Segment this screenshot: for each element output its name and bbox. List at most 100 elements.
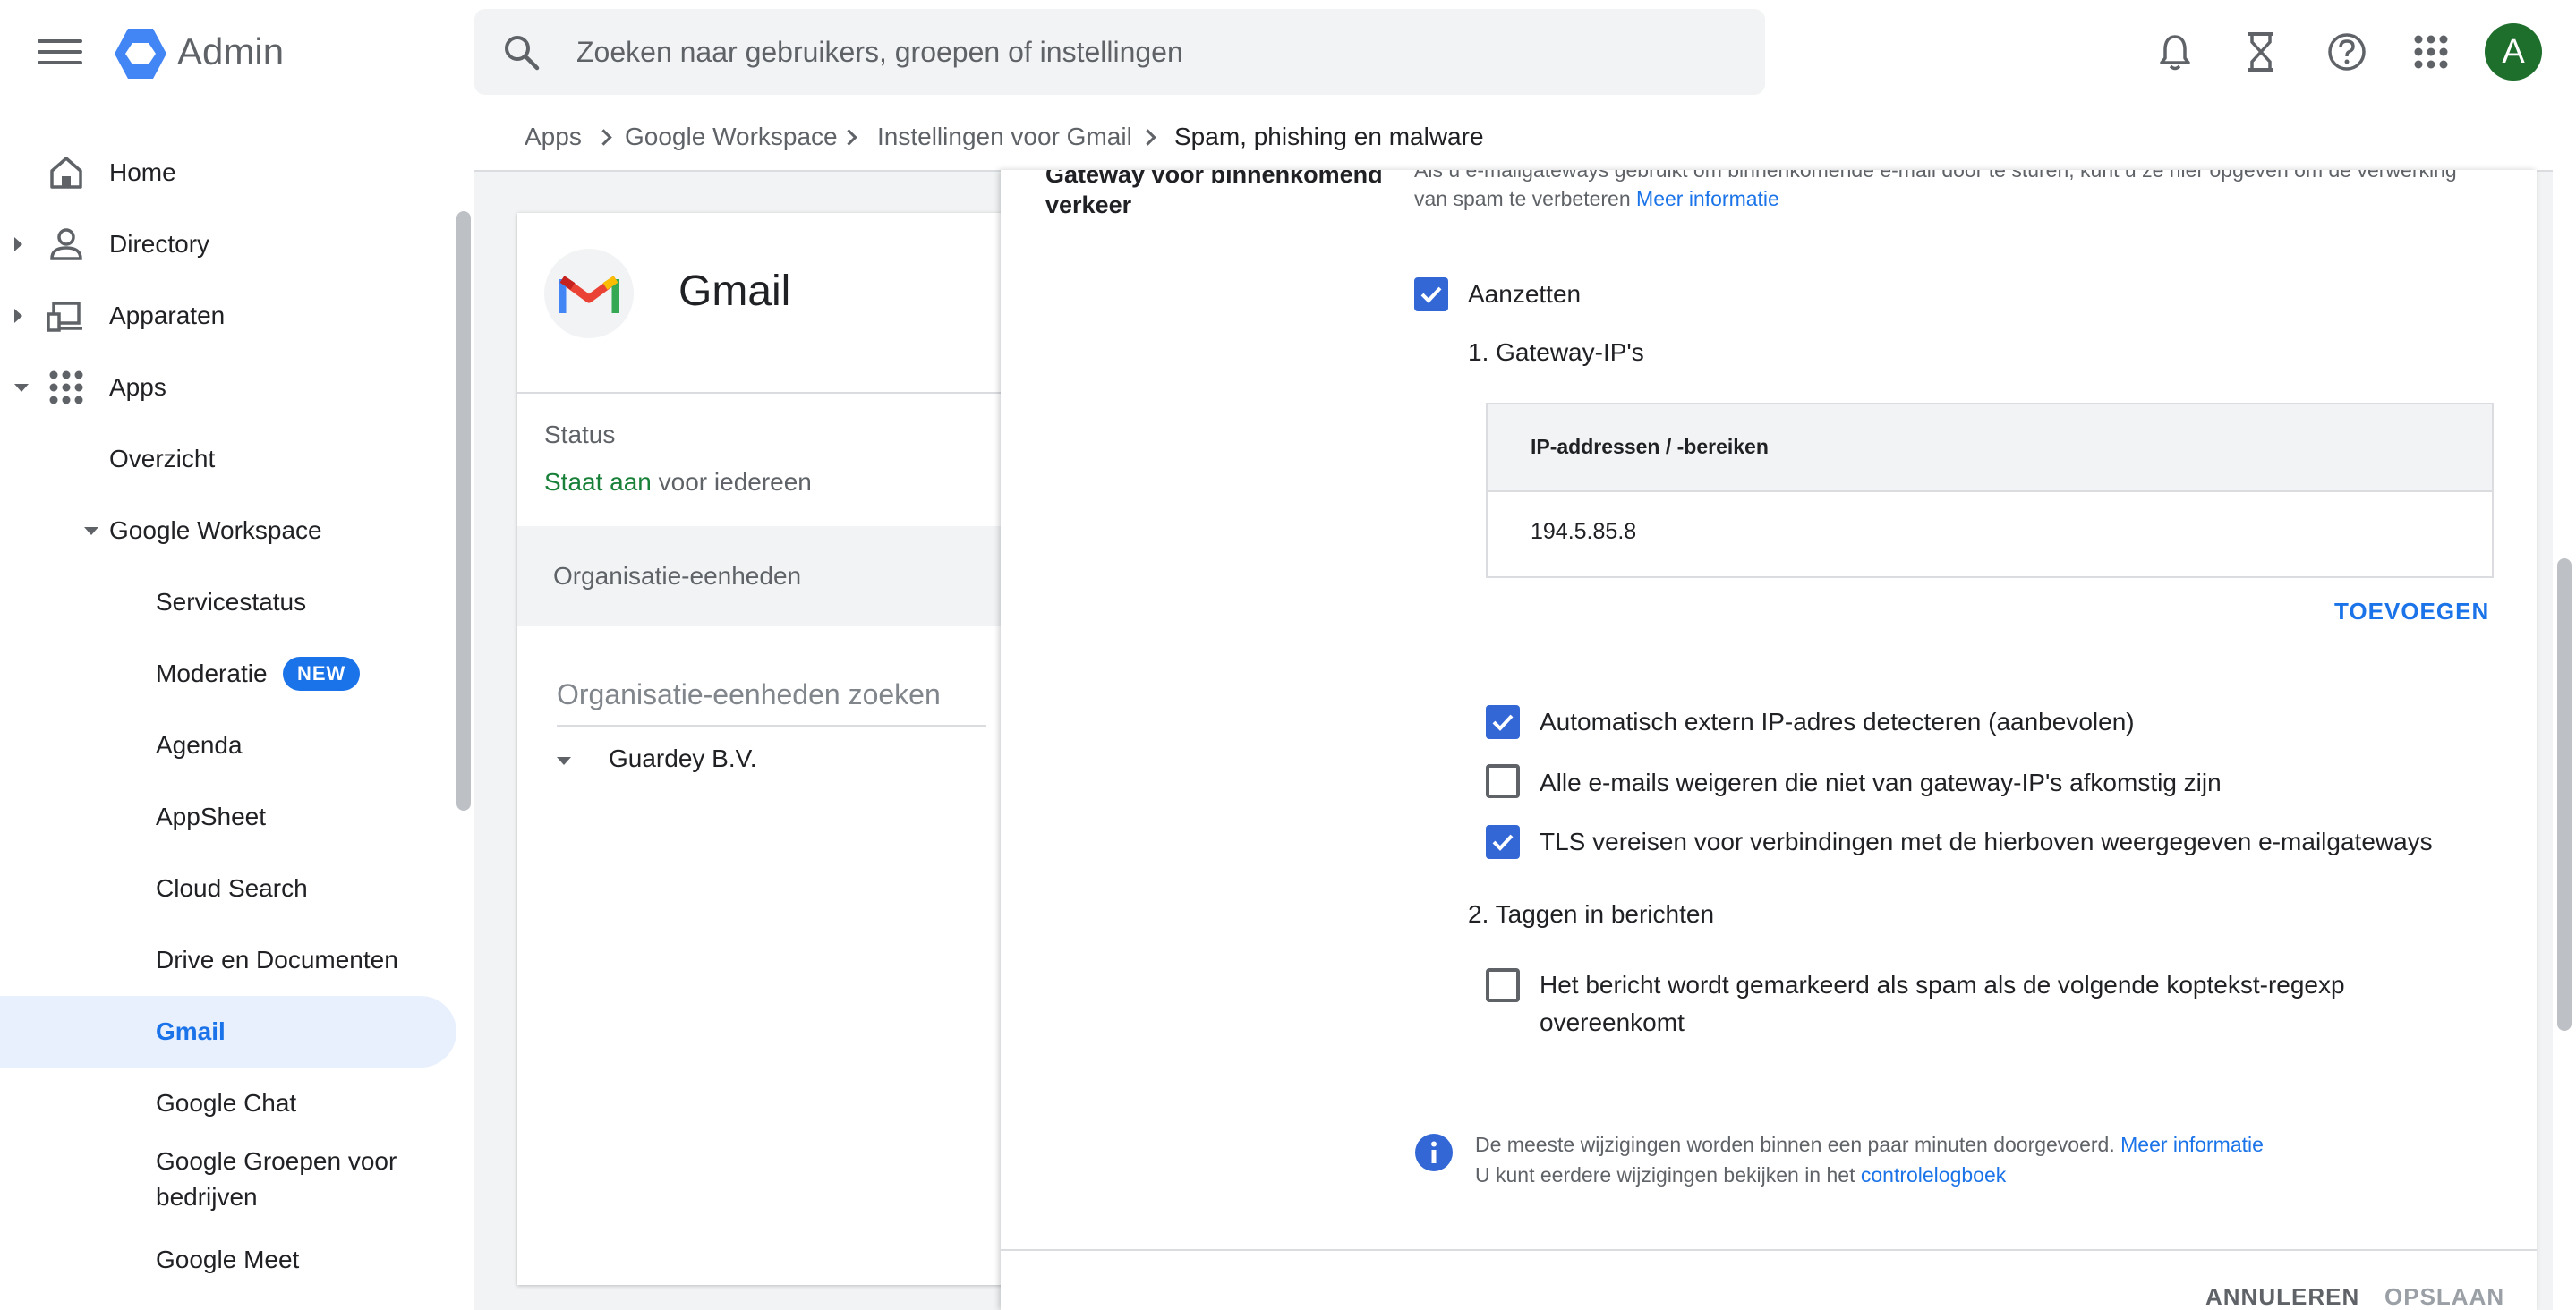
sidebar-item-apparaten[interactable]: Apparaten [0,280,456,352]
require-tls-label[interactable]: TLS vereisen voor verbindingen met de hi… [1540,823,2433,861]
sidebar-item-label: Directory [109,230,210,258]
add-button[interactable]: TOEVOEGEN [2334,598,2489,625]
header-regexp-label[interactable]: Het bericht wordt gemarkeerd als spam al… [1540,966,2381,1042]
audit-log-link[interactable]: controlelogboek [1861,1163,2006,1187]
sidebar-scrollbar[interactable] [456,211,471,811]
sidebar-item-directory[interactable]: Directory [0,208,456,280]
step1-heading: 1. Gateway-IP's [1468,338,1644,366]
info-message: De meeste wijzigingen worden binnen een … [1475,1129,2460,1190]
collapse-arrow-icon[interactable] [84,527,98,535]
sidebar-item-appsheet[interactable]: AppSheet [0,781,456,853]
top-app-bar: Admin A [0,0,2576,104]
auto-detect-ip-checkbox[interactable] [1486,705,1520,739]
gmail-logo-icon [544,249,634,338]
apps-icon [49,370,83,404]
sidebar-item-overzicht[interactable]: Overzicht [0,423,456,495]
sidebar-item-cloud-search[interactable]: Cloud Search [0,853,456,924]
sidebar-item-google-chat[interactable]: Google Chat [0,1068,456,1139]
sidebar-item-google-groepen[interactable]: Google Groepen voor bedrijven [0,1139,456,1220]
auto-detect-ip-label[interactable]: Automatisch extern IP-adres detecteren (… [1540,703,2135,741]
reject-non-gateway-checkbox[interactable] [1486,764,1520,798]
sidebar-item-agenda[interactable]: Agenda [0,710,456,781]
search-bar[interactable] [474,9,1765,95]
info-learn-more-link[interactable]: Meer informatie [2120,1133,2264,1156]
sidebar-item-label: Google Chat [156,1089,297,1117]
menu-icon[interactable] [38,32,82,72]
require-tls-checkbox[interactable] [1486,825,1520,859]
step2-heading: 2. Taggen in berichten [1468,900,1715,928]
sidebar-item-label: Apparaten [109,302,226,329]
save-button[interactable]: OPSLAAN [2384,1283,2504,1310]
sidebar-item-label: Cloud Search [156,874,308,902]
enable-label[interactable]: Aanzetten [1468,276,1581,313]
sidebar: Home Directory Apparaten Apps Overzicht … [0,104,474,1310]
app-title[interactable]: Admin [177,27,284,77]
table-header: IP-addressen / -bereiken [1488,404,2492,492]
sidebar-item-label: Moderatie [156,659,268,687]
avatar[interactable]: A [2485,23,2542,81]
bell-icon[interactable] [2150,27,2200,77]
sidebar-item-drive[interactable]: Drive en Documenten [0,924,456,996]
sidebar-item-label: Agenda [156,731,243,759]
hourglass-icon[interactable] [2236,27,2286,77]
org-root-label[interactable]: Guardey B.V. [609,744,757,773]
sidebar-item-apps[interactable]: Apps [0,352,456,423]
main-scrollbar[interactable] [2557,558,2572,1031]
sidebar-item-moderatie[interactable]: Moderatie NEW [0,638,456,710]
chevron-right-icon [840,129,857,146]
collapse-arrow-icon[interactable] [14,384,29,392]
gmail-title: Gmail [678,268,791,315]
sidebar-item-label: Drive en Documenten [156,946,398,974]
search-icon[interactable] [501,32,542,73]
header-regexp-checkbox[interactable] [1486,968,1520,1002]
ip-address-cell: 194.5.85.8 [1531,519,1637,544]
sidebar-item-label: AppSheet [156,803,266,830]
section-description-text: Als u e-mailgateways gebruikt om binnenk… [1414,170,2457,210]
sidebar-item-label: Google Workspace [109,516,322,544]
info-icon [1415,1134,1453,1171]
sidebar-item-servicestatus[interactable]: Servicestatus [0,566,456,638]
search-input[interactable] [576,27,1722,77]
info-line2: U kunt eerdere wijzigingen bekijken in h… [1475,1163,1855,1187]
status-value: Staat aan voor iedereen [544,468,812,497]
new-badge: NEW [283,657,361,691]
sidebar-item-google-workspace[interactable]: Google Workspace [0,495,456,566]
devices-icon [47,302,82,332]
column-header: IP-addressen / -bereiken [1531,435,1769,458]
sidebar-item-home[interactable]: Home [0,137,456,208]
org-search-input[interactable] [557,669,986,719]
cancel-button[interactable]: ANNULEREN [2205,1283,2359,1310]
enable-checkbox[interactable] [1414,277,1448,311]
admin-logo-icon[interactable] [113,27,168,81]
settings-panel: Gateway voor binnenkomend verkeer Als u … [1001,170,2537,1310]
learn-more-link[interactable]: Meer informatie [1636,187,1779,210]
status-scope-text: voor iedereen [658,468,812,496]
sidebar-item-google-meet[interactable]: Google Meet [0,1224,456,1296]
org-units-title: Organisatie-eenheden [553,562,802,590]
breadcrumb: Apps Google Workspace Instellingen voor … [474,104,2576,172]
collapse-arrow-icon[interactable] [557,757,571,765]
breadcrumb-apps[interactable]: Apps [525,122,582,152]
sidebar-item-label: Overzicht [109,445,216,472]
gateway-ip-table: IP-addressen / -bereiken 194.5.85.8 [1486,403,2494,578]
reject-non-gateway-label[interactable]: Alle e-mails weigeren die niet van gatew… [1540,764,2222,802]
breadcrumb-current: Spam, phishing en malware [1174,123,1484,150]
apps-grid-icon[interactable] [2406,27,2456,77]
breadcrumb-gmail-settings[interactable]: Instellingen voor Gmail [877,122,1132,152]
breadcrumb-google-workspace[interactable]: Google Workspace [625,122,838,152]
home-icon [50,157,82,189]
help-icon[interactable] [2322,27,2372,77]
sidebar-item-label: Gmail [156,1017,226,1045]
org-units-search[interactable] [557,669,986,727]
info-line1: De meeste wijzigingen worden binnen een … [1475,1133,2115,1156]
expand-arrow-icon[interactable] [14,309,22,323]
section-description: Als u e-mailgateways gebruikt om binnenk… [1414,170,2488,213]
status-on-text: Staat aan [544,468,652,496]
chevron-right-icon [1139,129,1156,146]
person-icon [50,228,82,260]
sidebar-item-label: Google Groepen voor bedrijven [156,1147,397,1211]
sidebar-item-gmail[interactable]: Gmail [0,996,456,1068]
status-label: Status [544,421,616,448]
footer-divider [1001,1249,2537,1251]
expand-arrow-icon[interactable] [14,237,22,251]
